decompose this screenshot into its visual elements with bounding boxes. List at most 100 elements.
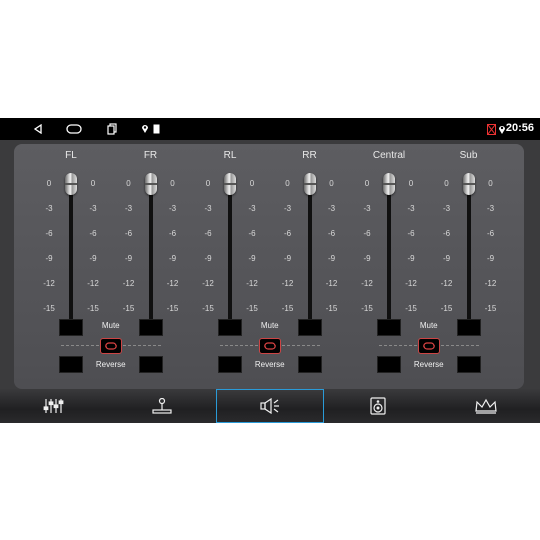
link-divider <box>379 345 417 346</box>
scale-label-right: -6 <box>327 229 336 238</box>
scale-label-left: -6 <box>442 229 451 238</box>
link-channels-button[interactable] <box>258 338 281 354</box>
scale-label-left: 0 <box>46 179 52 188</box>
link-divider <box>440 345 479 346</box>
fader-knob[interactable] <box>224 173 236 195</box>
storage-notification-icon <box>152 122 160 136</box>
scale-label-right: -15 <box>484 304 497 313</box>
link-channels-button[interactable] <box>417 338 440 354</box>
link-divider <box>122 345 161 346</box>
reverse-label: Reverse <box>413 360 444 369</box>
mute-toggle-left[interactable] <box>377 319 401 336</box>
scale-label-left: 0 <box>444 179 449 188</box>
recent-apps-icon[interactable] <box>106 122 118 136</box>
scale-label-left: -12 <box>122 279 135 288</box>
scale-label-left: -15 <box>361 304 373 313</box>
scale-label-right: -15 <box>246 304 258 313</box>
tab-sound-effects[interactable] <box>432 389 540 423</box>
channel-label: RL <box>223 150 237 161</box>
clock: 20:56 <box>505 122 534 134</box>
scale-label-left: 0 <box>205 179 211 188</box>
status-bar: 20:56 <box>0 118 540 140</box>
link-icon <box>263 342 276 350</box>
scale-label-right: -3 <box>486 204 495 213</box>
reverse-toggle-left[interactable] <box>377 356 401 373</box>
channel-label: Central <box>372 150 406 161</box>
scale-label-left: -12 <box>361 279 373 288</box>
scale-label-right: 0 <box>329 179 334 188</box>
scale-label-left: -6 <box>283 229 292 238</box>
scale-label-right: -12 <box>166 279 179 288</box>
scale-label-left: -6 <box>204 229 212 238</box>
location-notification-icon <box>140 122 150 136</box>
reverse-toggle-left[interactable] <box>59 356 83 373</box>
home-icon[interactable] <box>66 122 82 136</box>
scale-label-left: -15 <box>281 304 294 313</box>
reverse-toggle-left[interactable] <box>218 356 242 373</box>
scale-label-right: 0 <box>249 179 255 188</box>
fader-knob[interactable] <box>383 173 395 195</box>
scale-label-right: -3 <box>248 204 256 213</box>
scale-label-right: -6 <box>89 229 97 238</box>
scale-label-left: -12 <box>440 279 453 288</box>
speaker-level-panel: FL 0 0 -3 -3 -6 -6 -9 -9 -12 -12 -15 -15 FR 0 0 -3 -3 -6 -6… <box>14 144 524 389</box>
scale-label-left: 0 <box>364 179 370 188</box>
scale-label-right: -9 <box>486 254 495 263</box>
fader-knob[interactable] <box>144 173 157 195</box>
scale-label-right: -3 <box>168 204 177 213</box>
mute-toggle-right[interactable] <box>138 319 163 336</box>
scale-label-left: -6 <box>45 229 53 238</box>
mute-toggle-right[interactable] <box>297 319 322 336</box>
link-divider <box>220 345 258 346</box>
gps-icon <box>498 122 506 136</box>
scale-label-right: -6 <box>248 229 256 238</box>
audio-settings-tab-bar <box>0 389 540 423</box>
channel-label: RR <box>302 150 317 161</box>
scale-label-right: 0 <box>408 179 414 188</box>
scale-label-left: -15 <box>122 304 135 313</box>
scale-label-right: -15 <box>87 304 99 313</box>
reverse-toggle-right[interactable] <box>456 356 481 373</box>
fader-knob[interactable] <box>303 173 316 195</box>
scale-label-left: -3 <box>363 204 371 213</box>
scale-label-left: -3 <box>283 204 292 213</box>
scale-label-left: -6 <box>363 229 371 238</box>
mute-toggle-right[interactable] <box>456 319 481 336</box>
scale-label-left: -9 <box>363 254 371 263</box>
scale-label-left: -9 <box>442 254 451 263</box>
mute-toggle-left[interactable] <box>218 319 242 336</box>
channel-label: Sub <box>459 150 478 161</box>
link-icon <box>104 342 117 350</box>
scale-label-right: -3 <box>89 204 97 213</box>
fader-track <box>148 180 153 321</box>
tab-subwoofer[interactable] <box>324 389 433 423</box>
scale-label-right: -9 <box>327 254 336 263</box>
reverse-toggle-right[interactable] <box>297 356 322 373</box>
scale-label-left: -3 <box>124 204 133 213</box>
tab-equalizer[interactable] <box>0 389 109 423</box>
scale-label-left: -9 <box>124 254 133 263</box>
scale-label-left: -15 <box>202 304 214 313</box>
mute-label: Mute <box>260 321 279 330</box>
scale-label-right: -15 <box>405 304 417 313</box>
scale-label-left: -6 <box>124 229 133 238</box>
reverse-toggle-right[interactable] <box>138 356 163 373</box>
fader-track <box>228 180 232 321</box>
scale-label-right: -9 <box>248 254 256 263</box>
fader-track <box>466 180 471 321</box>
scale-label-right: -12 <box>405 279 417 288</box>
fader-knob[interactable] <box>462 173 475 195</box>
scale-label-right: -6 <box>486 229 495 238</box>
link-channels-button[interactable] <box>99 338 122 354</box>
fader-knob[interactable] <box>65 173 77 195</box>
tab-balance-fader[interactable] <box>108 389 217 423</box>
tab-speaker-levels[interactable] <box>216 389 324 423</box>
scale-label-right: -3 <box>327 204 336 213</box>
scale-label-right: -12 <box>246 279 258 288</box>
scale-label-left: -3 <box>442 204 451 213</box>
scale-label-right: -15 <box>166 304 179 313</box>
mute-toggle-left[interactable] <box>59 319 83 336</box>
head-unit-screen: 20:56 FL 0 0 -3 -3 -6 -6 -9 -9 -12 -12 -15 -15 FR 0 0 -3… <box>0 118 540 423</box>
back-icon[interactable] <box>32 122 44 136</box>
fader-track <box>387 180 391 321</box>
